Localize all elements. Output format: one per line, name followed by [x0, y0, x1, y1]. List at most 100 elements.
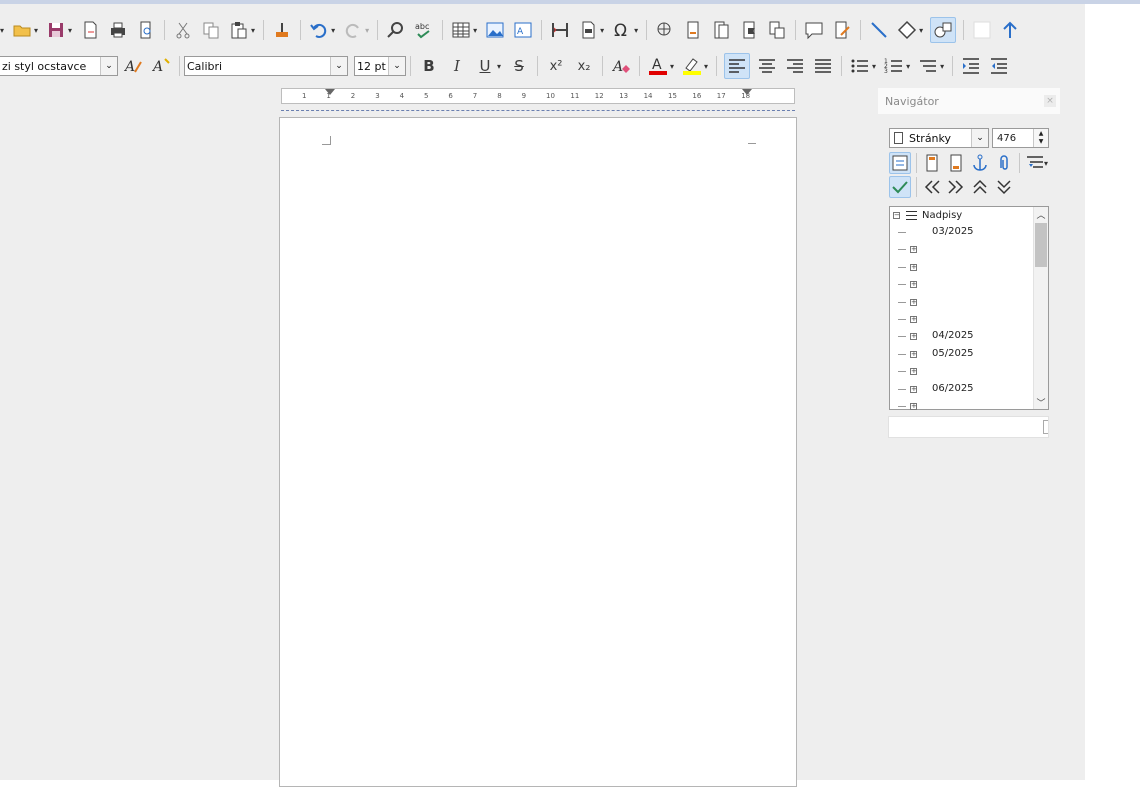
chevron-down-icon[interactable]: ⌄ [388, 57, 405, 75]
highlight-dropdown-arrow[interactable]: ▾ [704, 62, 708, 71]
paste-icon[interactable] [228, 19, 250, 41]
tree-item[interactable]: + [890, 241, 1030, 258]
insert-line-icon[interactable] [868, 19, 890, 41]
field-end-handle[interactable] [1043, 420, 1048, 434]
tree-item[interactable]: +06/2025 [890, 381, 1030, 398]
expand-icon[interactable]: + [910, 333, 917, 341]
insert-table-icon[interactable] [450, 19, 472, 41]
tree-item[interactable]: + [890, 363, 1030, 380]
insert-image-icon[interactable] [484, 19, 506, 41]
table-dropdown-arrow[interactable]: ▾ [473, 26, 477, 35]
tree-item[interactable]: 03/2025 [890, 224, 1030, 241]
insert-field-icon[interactable] [577, 19, 599, 41]
open-dropdown-arrow[interactable]: ▾ [34, 26, 38, 35]
document-page[interactable] [279, 117, 797, 787]
font-color-dropdown-arrow[interactable]: ▾ [670, 62, 674, 71]
save-dropdown-arrow[interactable]: ▾ [68, 26, 72, 35]
align-right-button[interactable] [784, 55, 806, 77]
arrow-up-icon[interactable] [999, 19, 1021, 41]
insert-textbox-icon[interactable]: A [512, 19, 534, 41]
expand-icon[interactable]: + [910, 298, 917, 306]
collapse-icon[interactable]: − [893, 212, 900, 219]
cut-icon[interactable] [172, 19, 194, 41]
new-style-icon[interactable]: A [150, 55, 172, 77]
shapes-dropdown-arrow[interactable]: ▾ [919, 26, 923, 35]
outline-list-icon[interactable] [917, 55, 939, 77]
basic-shapes-icon[interactable] [896, 19, 918, 41]
header-icon[interactable] [921, 152, 943, 174]
comment-icon[interactable] [803, 19, 825, 41]
special-character-icon[interactable]: Ω [611, 19, 633, 41]
toggle-content-navigation-icon[interactable] [889, 152, 911, 174]
align-left-button[interactable] [724, 53, 751, 79]
navigator-tree[interactable]: − Nadpisy 03/2025 + + + + + +04/2025 +05/2025 + +… [889, 206, 1049, 410]
navigator-document-field[interactable] [888, 416, 1049, 438]
save-icon[interactable] [45, 19, 67, 41]
tree-item[interactable]: +04/2025 [890, 328, 1030, 345]
blank-toolbar-slot-icon[interactable] [971, 19, 993, 41]
copy-icon[interactable] [200, 19, 222, 41]
paste-dropdown-arrow[interactable]: ▾ [251, 26, 255, 35]
paragraph-style-combo[interactable]: zi styl ocstavce ⌄ [0, 56, 118, 76]
cross-reference-icon[interactable] [766, 19, 788, 41]
font-name-combo[interactable]: Calibri ⌄ [184, 56, 348, 76]
navigate-by-combo[interactable]: Stránky ⌄ [889, 128, 989, 148]
expand-icon[interactable]: + [910, 350, 917, 358]
undo-icon[interactable] [308, 19, 330, 41]
export-pdf-icon[interactable] [79, 19, 101, 41]
draw-functions-icon[interactable] [930, 17, 957, 43]
clear-formatting-icon[interactable]: A [610, 55, 632, 77]
scrollbar-thumb[interactable] [1035, 223, 1047, 267]
redo-icon[interactable] [342, 19, 364, 41]
horizontal-ruler[interactable]: 1 1 2 3 4 5 6 7 8 9 10 11 12 13 14 15 16 17 18 [281, 88, 795, 104]
superscript-button[interactable]: x² [545, 55, 567, 77]
demote-chapter-icon[interactable] [993, 176, 1015, 198]
expand-icon[interactable]: + [910, 263, 917, 271]
unordered-list-icon[interactable] [849, 55, 871, 77]
align-center-button[interactable] [756, 55, 778, 77]
increase-indent-icon[interactable] [960, 55, 982, 77]
unordered-list-dropdown-arrow[interactable]: ▾ [872, 62, 876, 71]
tree-item[interactable]: + [890, 398, 1030, 415]
underline-dropdown-arrow[interactable]: ▾ [497, 62, 501, 71]
checkmark-icon[interactable] [889, 176, 911, 198]
ruler-right-indent-marker[interactable] [742, 89, 752, 95]
chevron-down-icon[interactable]: ⌄ [971, 129, 988, 147]
track-changes-icon[interactable] [831, 19, 853, 41]
expand-icon[interactable]: + [910, 316, 917, 323]
update-style-icon[interactable]: A [122, 55, 144, 77]
print-preview-icon[interactable] [135, 19, 157, 41]
tree-item[interactable]: +05/2025 [890, 346, 1030, 363]
expand-icon[interactable]: + [910, 246, 917, 254]
close-icon[interactable]: × [1044, 95, 1056, 107]
print-icon[interactable] [107, 19, 129, 41]
promote-chapter-icon[interactable] [969, 176, 991, 198]
expand-icon[interactable]: + [910, 368, 917, 376]
chevron-down-icon[interactable]: ⌄ [100, 57, 117, 75]
footer-icon[interactable] [945, 152, 967, 174]
subscript-button[interactable]: x₂ [573, 55, 595, 77]
page-number-spinbox[interactable]: 476 ▲ ▼ [992, 128, 1049, 148]
endnote-icon[interactable] [710, 19, 732, 41]
expand-icon[interactable]: + [910, 385, 917, 393]
scroll-up-icon[interactable]: ︿ [1034, 207, 1048, 221]
font-color-icon[interactable]: A [647, 55, 669, 77]
anchor-icon[interactable] [969, 152, 991, 174]
spin-buttons[interactable]: ▲ ▼ [1033, 129, 1048, 147]
strikethrough-button[interactable]: S [508, 55, 530, 77]
expand-icon[interactable]: + [910, 403, 917, 410]
bold-button[interactable]: B [418, 55, 440, 77]
tree-item[interactable]: + [890, 311, 1030, 328]
paperclip-icon[interactable] [993, 152, 1015, 174]
underline-button[interactable]: U [474, 55, 496, 77]
previous-icon[interactable] [921, 176, 943, 198]
new-dropdown-arrow[interactable]: ▾ [0, 26, 4, 35]
open-folder-icon[interactable] [11, 19, 33, 41]
tree-scrollbar[interactable]: ︿ ﹀ [1033, 207, 1048, 409]
ordered-list-dropdown-arrow[interactable]: ▾ [906, 62, 910, 71]
expand-icon[interactable]: + [910, 281, 917, 289]
heading-levels-icon[interactable] [1024, 152, 1046, 174]
justify-button[interactable] [812, 55, 834, 77]
chevron-down-icon[interactable]: ⌄ [330, 57, 347, 75]
highlight-color-icon[interactable] [681, 55, 703, 77]
